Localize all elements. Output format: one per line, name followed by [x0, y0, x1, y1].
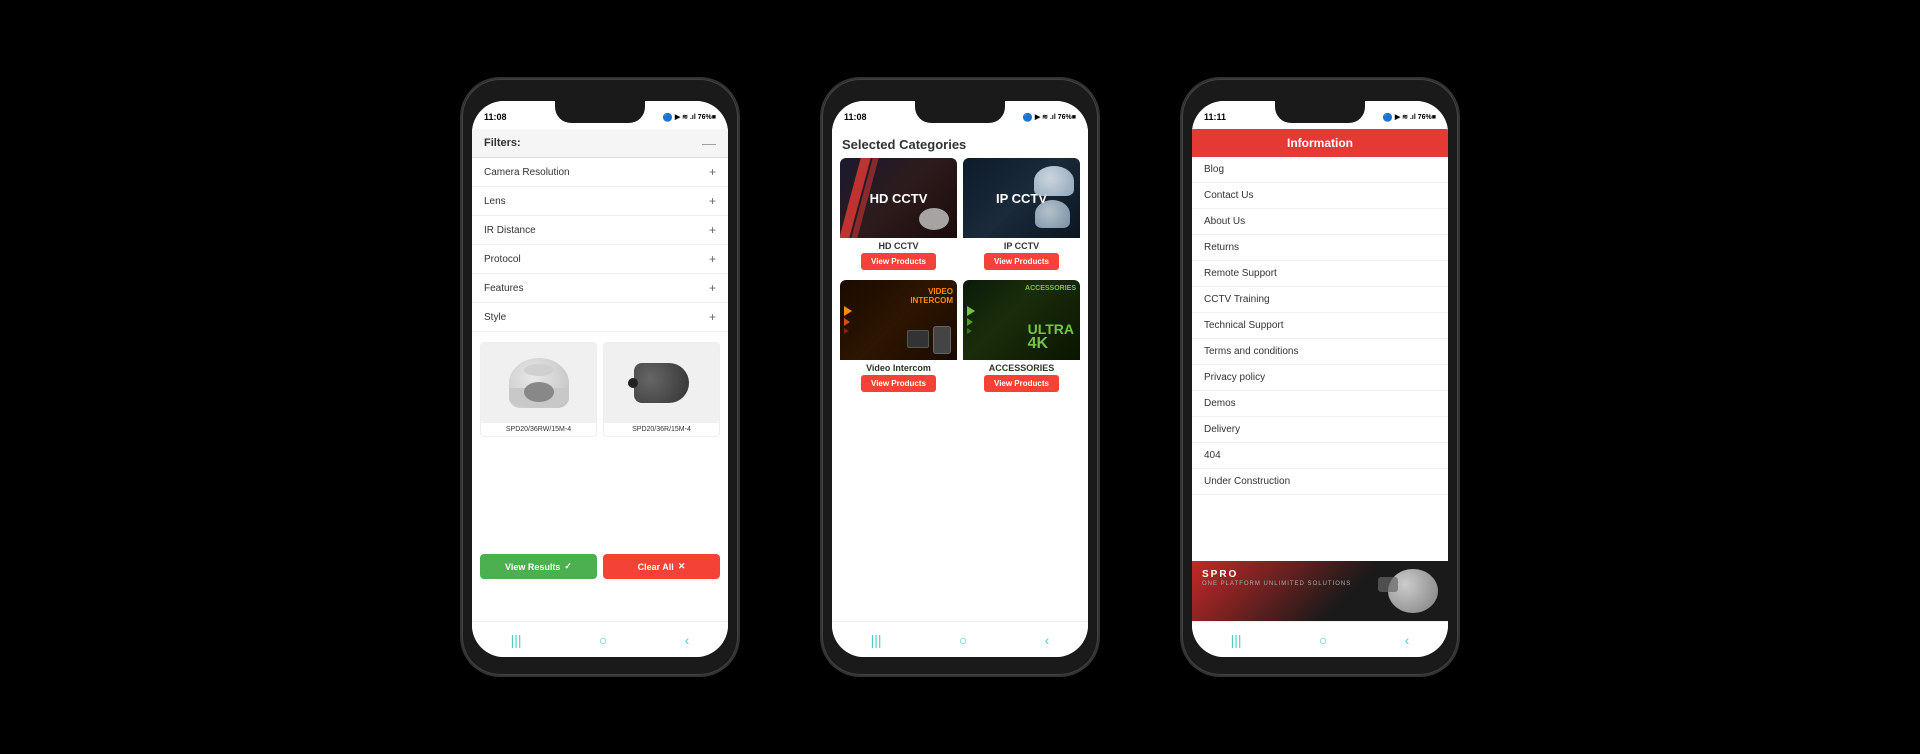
nav-home-icon[interactable]: ○ [599, 632, 607, 648]
filter-ir-distance[interactable]: IR Distance + [472, 216, 728, 245]
info-item-contact-us[interactable]: Contact Us [1192, 183, 1448, 209]
cat-image-hd-cctv: HD CCTV [840, 158, 957, 238]
view-results-button[interactable]: View Results ✓ [480, 554, 597, 579]
info-item-under-construction[interactable]: Under Construction [1192, 469, 1448, 495]
product-image-1 [481, 343, 596, 423]
info-item-404[interactable]: 404 [1192, 443, 1448, 469]
cat-card-accessories[interactable]: ACCESSORIES ULTRA4K ACCESSORIES View Pro… [963, 280, 1080, 396]
status-icons-2: 🔵 ▶ ≋ .ıl 76%■ [1023, 113, 1076, 122]
information-screen: Information Blog Contact Us About Us Ret… [1192, 129, 1448, 621]
ultra-hd-4k-label: ULTRA4K [1028, 322, 1074, 352]
filters-label: Filters: [484, 137, 521, 149]
nav-recent-icon-2[interactable]: ||| [871, 632, 882, 648]
filter-camera-resolution[interactable]: Camera Resolution + [472, 158, 728, 187]
info-item-privacy-policy[interactable]: Privacy policy [1192, 365, 1448, 391]
expand-icon: + [709, 165, 716, 179]
information-list: Blog Contact Us About Us Returns Remote … [1192, 157, 1448, 561]
bottom-nav-1: ||| ○ ‹ [472, 621, 728, 657]
expand-icon: + [709, 194, 716, 208]
filters-screen: Filters: — Camera Resolution + Lens + IR… [472, 129, 728, 621]
information-section-title: Information [1192, 129, 1448, 157]
close-icon: ✕ [678, 561, 686, 572]
nav-back-icon[interactable]: ‹ [685, 632, 690, 648]
view-products-button-acc[interactable]: View Products [984, 375, 1059, 392]
info-item-demos[interactable]: Demos [1192, 391, 1448, 417]
info-item-about-us[interactable]: About Us [1192, 209, 1448, 235]
status-icons-1: 🔵 ▶ ≋ .ıl 76%■ [663, 113, 716, 122]
info-item-delivery[interactable]: Delivery [1192, 417, 1448, 443]
phone-information: 11:11 🔵 ▶ ≋ .ıl 76%■ Information Blog Co… [1180, 77, 1460, 677]
time-2: 11:08 [844, 112, 867, 122]
info-item-remote-support[interactable]: Remote Support [1192, 261, 1448, 287]
nav-back-icon-3[interactable]: ‹ [1405, 632, 1410, 648]
nav-back-icon-2[interactable]: ‹ [1045, 632, 1050, 648]
categories-grid: HD CCTV HD CCTV View Products IP CCTV IP… [832, 158, 1088, 404]
product-name-1: SPD20/36RW/15M-4 [504, 423, 573, 436]
status-bar-3: 11:11 🔵 ▶ ≋ .ıl 76%■ [1192, 101, 1448, 129]
time-3: 11:11 [1204, 112, 1226, 122]
brand-logo: SPRO [1202, 569, 1238, 580]
product-image-2 [604, 343, 719, 423]
info-item-blog[interactable]: Blog [1192, 157, 1448, 183]
status-bar-2: 11:08 🔵 ▶ ≋ .ıl 76%■ [832, 101, 1088, 129]
product-card-1[interactable]: SPD20/36RW/15M-4 [480, 342, 597, 437]
view-products-button-hd[interactable]: View Products [861, 253, 936, 270]
categories-screen: Selected Categories HD CCTV HD CCTV Vi [832, 129, 1088, 621]
nav-home-icon-3[interactable]: ○ [1319, 632, 1327, 648]
cat-name-accessories: ACCESSORIES [989, 360, 1055, 375]
expand-icon: + [709, 223, 716, 237]
cat-image-ip-cctv: IP CCTV [963, 158, 1080, 238]
info-item-returns[interactable]: Returns [1192, 235, 1448, 261]
brand-tagline: ONE PLATFORM UNLIMITED SOLUTIONS [1202, 581, 1351, 587]
time-1: 11:08 [484, 112, 507, 122]
filter-style[interactable]: Style + [472, 303, 728, 332]
cat-name-ip-cctv: IP CCTV [1004, 238, 1039, 253]
product-grid: SPD20/36RW/15M-4 SPD20/36R/15M-4 [472, 332, 728, 443]
filters-collapse-icon[interactable]: — [702, 135, 716, 151]
cat-card-ip-cctv[interactable]: IP CCTV IP CCTV View Products [963, 158, 1080, 274]
nav-recent-icon-3[interactable]: ||| [1231, 632, 1242, 648]
filter-protocol[interactable]: Protocol + [472, 245, 728, 274]
checkmark-icon: ✓ [564, 561, 572, 572]
cat-card-video-intercom[interactable]: VIDEOINTERCOM Video Intercom View Produc… [840, 280, 957, 396]
cat-name-hd-cctv: HD CCTV [879, 238, 919, 253]
status-icons-3: 🔵 ▶ ≋ .ıl 76%■ [1383, 113, 1436, 122]
info-item-cctv-training[interactable]: CCTV Training [1192, 287, 1448, 313]
expand-icon: + [709, 310, 716, 324]
bottom-actions: View Results ✓ Clear All ✕ [472, 548, 728, 585]
categories-title: Selected Categories [832, 129, 1088, 158]
cat-image-video-intercom: VIDEOINTERCOM [840, 280, 957, 360]
view-products-button-ip[interactable]: View Products [984, 253, 1059, 270]
info-item-terms-conditions[interactable]: Terms and conditions [1192, 339, 1448, 365]
cat-image-accessories: ACCESSORIES ULTRA4K [963, 280, 1080, 360]
phone-filters: 11:08 🔵 ▶ ≋ .ıl 76%■ Filters: — Camera R… [460, 77, 740, 677]
clear-all-button[interactable]: Clear All ✕ [603, 554, 720, 579]
brand-banner: SPRO ONE PLATFORM UNLIMITED SOLUTIONS [1192, 561, 1448, 621]
nav-home-icon-2[interactable]: ○ [959, 632, 967, 648]
dome-camera-icon [509, 358, 569, 408]
product-name-2: SPD20/36R/15M-4 [630, 423, 693, 436]
bottom-nav-2: ||| ○ ‹ [832, 621, 1088, 657]
vi-label: VIDEOINTERCOM [910, 288, 953, 306]
bottom-nav-3: ||| ○ ‹ [1192, 621, 1448, 657]
banner-camera-small-icon [1378, 577, 1398, 592]
acc-label: ACCESSORIES [1025, 285, 1076, 293]
filters-bar: Filters: — [472, 129, 728, 158]
phone-categories: 11:08 🔵 ▶ ≋ .ıl 76%■ Selected Categories… [820, 77, 1100, 677]
filter-features[interactable]: Features + [472, 274, 728, 303]
nav-recent-icon[interactable]: ||| [511, 632, 522, 648]
bullet-camera-icon [634, 363, 689, 403]
info-item-technical-support[interactable]: Technical Support [1192, 313, 1448, 339]
expand-icon: + [709, 252, 716, 266]
filter-lens[interactable]: Lens + [472, 187, 728, 216]
status-bar-1: 11:08 🔵 ▶ ≋ .ıl 76%■ [472, 101, 728, 129]
expand-icon: + [709, 281, 716, 295]
view-products-button-vi[interactable]: View Products [861, 375, 936, 392]
product-card-2[interactable]: SPD20/36R/15M-4 [603, 342, 720, 437]
cat-name-video-intercom: Video Intercom [866, 360, 931, 375]
cat-card-hd-cctv[interactable]: HD CCTV HD CCTV View Products [840, 158, 957, 274]
